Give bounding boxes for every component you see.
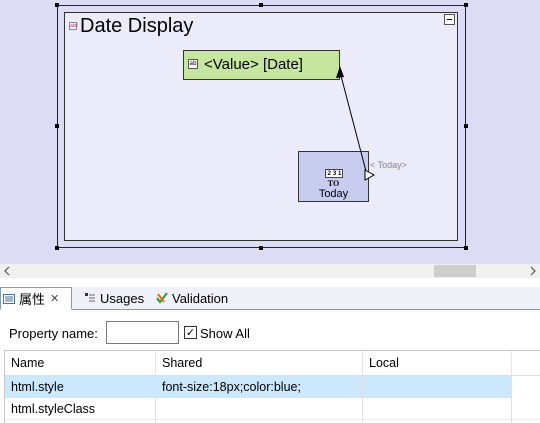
properties-table: Name Shared Local html.style font-size:1… — [4, 350, 540, 423]
close-icon[interactable]: ✕ — [50, 292, 59, 305]
collapse-button[interactable] — [444, 14, 455, 25]
cell-local[interactable] — [363, 398, 512, 419]
property-name-label: Property name: — [9, 326, 98, 341]
table-header: Name Shared Local — [5, 351, 540, 376]
table-row[interactable]: html.style font-size:18px;color:blue; — [5, 376, 540, 398]
tab-properties[interactable]: 属性 ✕ — [0, 287, 72, 310]
resize-handle-s[interactable] — [259, 246, 263, 250]
resize-handle-e[interactable] — [464, 124, 468, 128]
property-name-input[interactable] — [106, 321, 179, 344]
cell-extra — [512, 376, 540, 398]
tab-usages-label: Usages — [100, 290, 145, 306]
tab-usages[interactable]: Usages — [84, 287, 152, 309]
horizontal-scrollbar[interactable] — [0, 263, 540, 278]
column-header-extra — [512, 351, 540, 375]
scroll-left-icon[interactable] — [0, 264, 15, 278]
date-display-container[interactable]: abl Date Display — [64, 12, 458, 241]
properties-panel: 属性 ✕ Usages Validation Property name: ✓ … — [0, 279, 540, 423]
today-output-port-label: < Today> — [370, 160, 407, 170]
properties-icon — [3, 293, 15, 304]
cell-local[interactable] — [363, 376, 512, 398]
table-row[interactable]: html.styleClass — [5, 398, 540, 420]
today-node[interactable]: 2 3 1 TO Today — [298, 151, 369, 202]
value-field-node[interactable]: ab <Value> [Date] — [183, 50, 340, 80]
resize-handle-ne[interactable] — [464, 3, 468, 7]
cell-shared[interactable]: font-size:18px;color:blue; — [156, 376, 363, 398]
cell-extra — [512, 398, 540, 419]
resize-handle-w[interactable] — [55, 124, 59, 128]
validation-icon — [156, 292, 168, 304]
cell-name: html.style — [5, 376, 156, 398]
app-root: abl Date Display ab <Value> [Date] 2 3 1… — [0, 0, 540, 423]
usages-icon — [85, 293, 95, 302]
container-title: Date Display — [80, 15, 194, 37]
scroll-thumb[interactable] — [434, 265, 476, 277]
show-all-checkbox[interactable]: ✓ — [184, 326, 197, 339]
cell-name: html.styleClass — [5, 398, 156, 419]
tab-properties-label: 属性 — [19, 292, 46, 307]
design-canvas[interactable]: abl Date Display ab <Value> [Date] 2 3 1… — [0, 0, 540, 263]
resize-handle-se[interactable] — [464, 246, 468, 250]
today-node-label: Today — [318, 188, 349, 200]
property-filter-row: Property name: ✓ Show All — [0, 320, 540, 346]
resize-handle-n[interactable] — [259, 3, 263, 7]
column-header-name[interactable]: Name — [5, 351, 156, 375]
resize-handle-nw[interactable] — [55, 3, 59, 7]
today-node-code: TO — [327, 179, 340, 188]
column-header-local[interactable]: Local — [363, 351, 512, 375]
cell-shared[interactable] — [156, 398, 363, 419]
resize-handle-sw[interactable] — [55, 246, 59, 250]
show-all-label[interactable]: Show All — [200, 326, 250, 341]
field-type-icon: ab — [188, 59, 198, 69]
column-header-shared[interactable]: Shared — [156, 351, 363, 375]
value-field-label: <Value> [Date] — [204, 56, 303, 73]
panel-tab-bar: 属性 ✕ Usages Validation — [0, 287, 540, 310]
tab-validation[interactable]: Validation — [156, 287, 238, 309]
scroll-right-icon[interactable] — [525, 264, 540, 278]
calendar-icon: 2 3 1 — [325, 169, 343, 178]
tab-validation-label: Validation — [172, 290, 229, 306]
container-type-icon: abl — [69, 22, 78, 30]
